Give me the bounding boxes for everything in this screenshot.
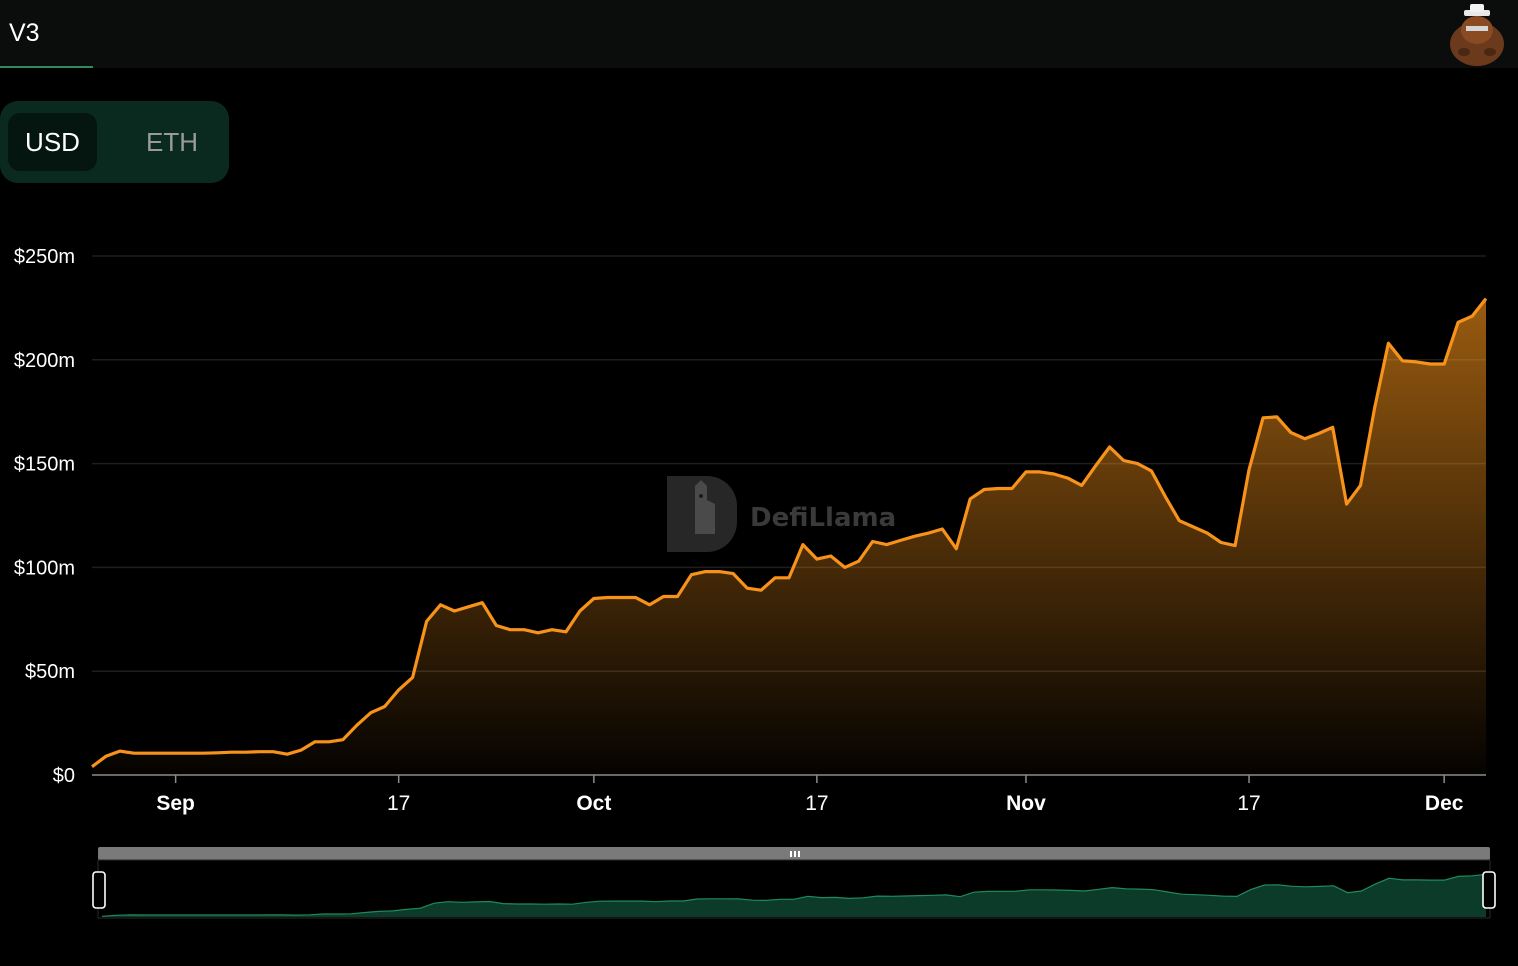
y-tick-label: $50m	[25, 661, 75, 683]
brush-area	[102, 874, 1486, 917]
llama-logo-icon	[667, 476, 737, 552]
x-tick-label: 17	[1237, 792, 1260, 815]
brush-left-handle[interactable]	[92, 871, 106, 909]
watermark-text: DefiLlama	[750, 503, 896, 533]
x-tick-label: Nov	[1006, 792, 1046, 815]
y-tick-label: $150m	[14, 454, 75, 476]
x-tick-label: 17	[805, 792, 828, 815]
x-tick-label: 17	[387, 792, 410, 815]
y-tick-label: $250m	[14, 246, 75, 268]
x-tick-label: Sep	[156, 792, 195, 815]
x-axis: Sep 17 Oct 17 Nov 17 Dec	[156, 775, 1464, 815]
tvl-area-chart: $0 $50m $100m $150m $200m $250m DefiLlama Sep…	[14, 246, 1496, 919]
range-brush[interactable]	[92, 847, 1496, 919]
y-tick-label: $100m	[14, 557, 75, 579]
brush-right-handle[interactable]	[1482, 871, 1496, 909]
drag-handle-icon[interactable]	[790, 851, 800, 857]
area-fill	[92, 298, 1486, 775]
x-tick-label: Oct	[576, 792, 611, 815]
y-tick-label: $0	[53, 765, 75, 787]
y-tick-label: $200m	[14, 350, 75, 372]
defillama-watermark: DefiLlama	[667, 476, 896, 552]
x-tick-label: Dec	[1425, 792, 1464, 815]
y-axis: $0 $50m $100m $150m $200m $250m	[14, 246, 75, 787]
